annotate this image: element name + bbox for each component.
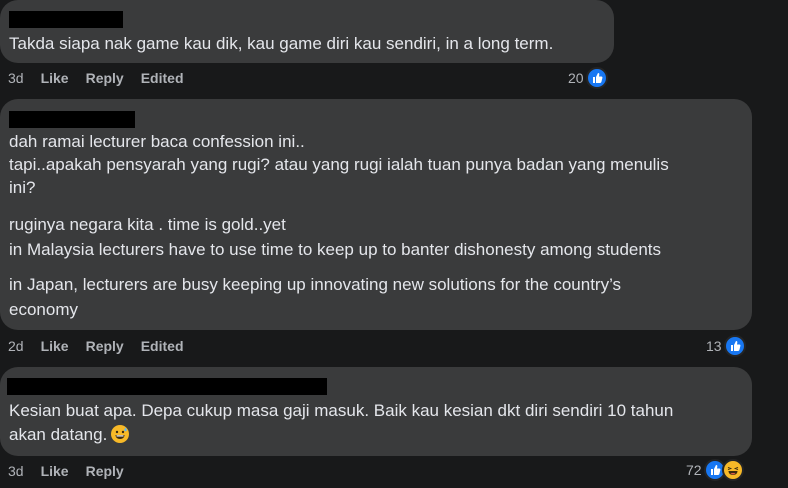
comment-actions: 3d Like Reply Edited	[8, 70, 201, 86]
comment-text-line: ruginya negara kita . time is gold..yet	[9, 215, 286, 234]
like-button[interactable]: Like	[41, 338, 69, 354]
laughing-emoji-icon	[721, 459, 744, 481]
comment-timestamp[interactable]: 3d	[8, 463, 24, 479]
comment-text-line: akan datang.	[9, 423, 130, 446]
comment-bubble-2: dah ramai lecturer baca confession ini..…	[0, 99, 752, 330]
edited-label[interactable]: Edited	[141, 338, 184, 354]
reply-button[interactable]: Reply	[86, 70, 124, 86]
thumbs-up-icon	[723, 335, 746, 357]
reply-button[interactable]: Reply	[86, 463, 124, 479]
like-button[interactable]: Like	[41, 463, 69, 479]
comment-bubble-3: Kesian buat apa. Depa cukup masa gaji ma…	[0, 367, 752, 456]
reaction-count: 20	[568, 70, 584, 86]
comment-text-line: Takda siapa nak game kau dik, kau game d…	[9, 34, 554, 53]
redacted-author-name	[9, 111, 135, 128]
reaction-count: 72	[686, 462, 702, 478]
comment-bubble-1: Takda siapa nak game kau dik, kau game d…	[0, 0, 614, 63]
comment-text-line: tapi..apakah pensyarah yang rugi? atau y…	[9, 155, 669, 174]
reply-button[interactable]: Reply	[86, 338, 124, 354]
comment-timestamp[interactable]: 2d	[8, 338, 24, 354]
grinning-sweat-emoji-icon	[111, 425, 130, 443]
redacted-author-name	[9, 11, 123, 28]
edited-label[interactable]: Edited	[141, 70, 184, 86]
comment-text-line: economy	[9, 300, 78, 319]
reaction-count: 13	[706, 338, 722, 354]
redacted-author-name	[7, 378, 327, 395]
reaction-summary[interactable]: 20	[568, 67, 608, 89]
comment-text-end: akan datang.	[9, 425, 108, 444]
reaction-summary[interactable]: 72	[686, 459, 744, 481]
comment-text-line: in Japan, lecturers are busy keeping up …	[9, 275, 622, 294]
comment-text-line: dah ramai lecturer baca confession ini..	[9, 132, 305, 151]
comment-text-line: Kesian buat apa. Depa cukup masa gaji ma…	[9, 401, 674, 420]
comment-timestamp[interactable]: 3d	[8, 70, 24, 86]
like-button[interactable]: Like	[41, 70, 69, 86]
comment-actions: 3d Like Reply	[8, 463, 141, 479]
reaction-summary[interactable]: 13	[706, 335, 746, 357]
thumbs-up-icon	[585, 67, 608, 89]
comment-text-line: ini?	[9, 178, 36, 197]
comment-text-line: in Malaysia lecturers have to use time t…	[9, 240, 662, 259]
comment-actions: 2d Like Reply Edited	[8, 338, 201, 354]
